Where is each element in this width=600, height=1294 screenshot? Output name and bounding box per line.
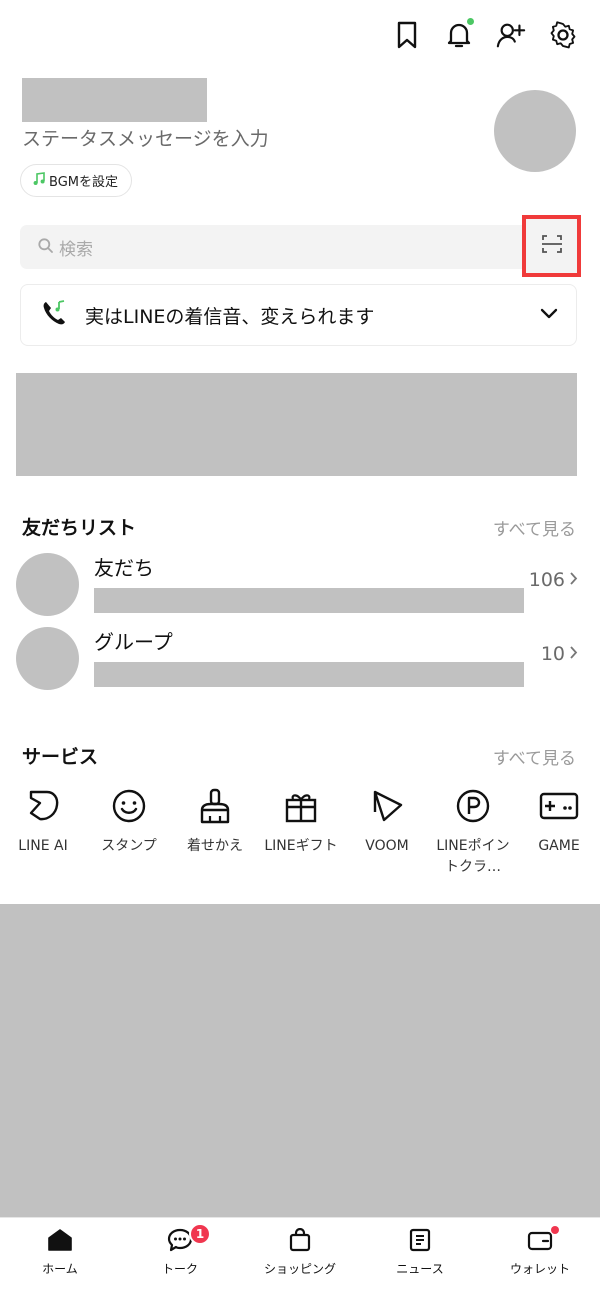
nav-talk[interactable]: 1 トーク: [120, 1218, 240, 1294]
service-label: スタンプ: [101, 838, 157, 854]
friends-count-value: 106: [528, 569, 565, 591]
music-note-icon: [33, 171, 45, 190]
nav-home[interactable]: ホーム: [0, 1218, 120, 1294]
scan-icon: [541, 234, 563, 258]
services-row: LINE AI スタンプ 着せかえ LINEギフト VOOM LINEポイントク…: [0, 786, 600, 878]
profile-name-redacted[interactable]: [22, 78, 207, 122]
qr-scan-button[interactable]: [522, 215, 581, 277]
avatar: [16, 553, 79, 616]
service-label: VOOM: [365, 838, 409, 854]
friends-preview-redacted: [94, 588, 524, 613]
service-points[interactable]: LINEポイントクラ…: [430, 786, 516, 878]
groups-count: 10: [541, 643, 578, 665]
nav-wallet[interactable]: ウォレット: [480, 1218, 600, 1294]
bottom-nav: ホーム 1 トーク ショッピング ニュース ウォレット: [0, 1217, 600, 1294]
service-theme[interactable]: 着せかえ: [172, 786, 258, 878]
wallet-icon: [527, 1228, 553, 1256]
service-label: LINEポイントクラ…: [436, 838, 510, 875]
wallet-notification-dot: [551, 1226, 559, 1234]
brush-icon: [195, 786, 235, 826]
ringtone-promo-card[interactable]: 実はLINEの着信音、変えられます: [20, 284, 577, 346]
nav-shopping[interactable]: ショッピング: [240, 1218, 360, 1294]
smiley-icon: [109, 786, 149, 826]
service-label: GAME: [538, 838, 580, 854]
friends-see-all-link[interactable]: すべて見る: [493, 515, 576, 540]
services-title: サービス: [22, 746, 99, 768]
line-ai-icon: [23, 786, 63, 826]
status-message-input[interactable]: ステータスメッセージを入力: [22, 124, 269, 151]
bgm-button[interactable]: BGMを設定: [20, 164, 132, 197]
nav-talk-label: トーク: [161, 1262, 198, 1276]
groups-preview-redacted: [94, 662, 524, 687]
nav-news[interactable]: ニュース: [360, 1218, 480, 1294]
gamepad-icon: [539, 786, 579, 826]
search-icon: [38, 237, 53, 257]
shopping-bag-icon: [288, 1227, 312, 1256]
phone-music-icon: [41, 299, 69, 331]
groups-row-label: グループ: [94, 630, 173, 654]
top-toolbar: [392, 18, 578, 52]
news-icon: [409, 1228, 431, 1256]
home-icon: [47, 1228, 73, 1256]
service-label: LINE AI: [18, 838, 68, 854]
point-icon: [453, 786, 493, 826]
groups-count-value: 10: [540, 643, 565, 665]
friends-list-title: 友だちリスト: [22, 517, 137, 539]
notification-bell-icon[interactable]: [444, 18, 474, 52]
chevron-down-icon[interactable]: [540, 305, 558, 324]
friends-count: 106: [529, 569, 578, 591]
service-gift[interactable]: LINEギフト: [258, 786, 344, 878]
friends-row-label: 友だち: [94, 556, 154, 580]
banner-ad-redacted[interactable]: [16, 373, 577, 476]
friends-row[interactable]: 友だち 106: [16, 553, 584, 617]
nav-news-label: ニュース: [396, 1262, 444, 1276]
nav-wallet-label: ウォレット: [509, 1262, 570, 1276]
nav-shopping-label: ショッピング: [263, 1262, 336, 1276]
service-label: LINEギフト: [264, 838, 338, 854]
promo-text: 実はLINEの着信音、変えられます: [85, 305, 375, 328]
settings-gear-icon[interactable]: [548, 18, 578, 52]
chevron-right-icon: [569, 643, 578, 665]
bookmark-icon[interactable]: [392, 18, 422, 52]
avatar: [16, 627, 79, 690]
voom-icon: [367, 786, 407, 826]
gift-icon: [281, 786, 321, 826]
service-stamp[interactable]: スタンプ: [86, 786, 172, 878]
add-friend-icon[interactable]: [496, 18, 526, 52]
profile-avatar[interactable]: [494, 90, 576, 172]
search-input[interactable]: 検索: [20, 225, 575, 269]
service-label: 着せかえ: [187, 838, 243, 854]
groups-row[interactable]: グループ 10: [16, 627, 584, 691]
services-see-all-link[interactable]: すべて見る: [493, 744, 576, 769]
content-placeholder-redacted: [0, 904, 600, 1217]
nav-home-label: ホーム: [42, 1262, 78, 1276]
bgm-label: BGMを設定: [49, 175, 118, 190]
search-placeholder: 検索: [59, 239, 93, 260]
service-voom[interactable]: VOOM: [344, 786, 430, 878]
chevron-right-icon: [569, 569, 578, 591]
service-game[interactable]: GAME: [516, 786, 600, 878]
notification-dot: [467, 18, 474, 25]
unread-badge: 1: [189, 1223, 211, 1245]
service-line-ai[interactable]: LINE AI: [0, 786, 86, 878]
